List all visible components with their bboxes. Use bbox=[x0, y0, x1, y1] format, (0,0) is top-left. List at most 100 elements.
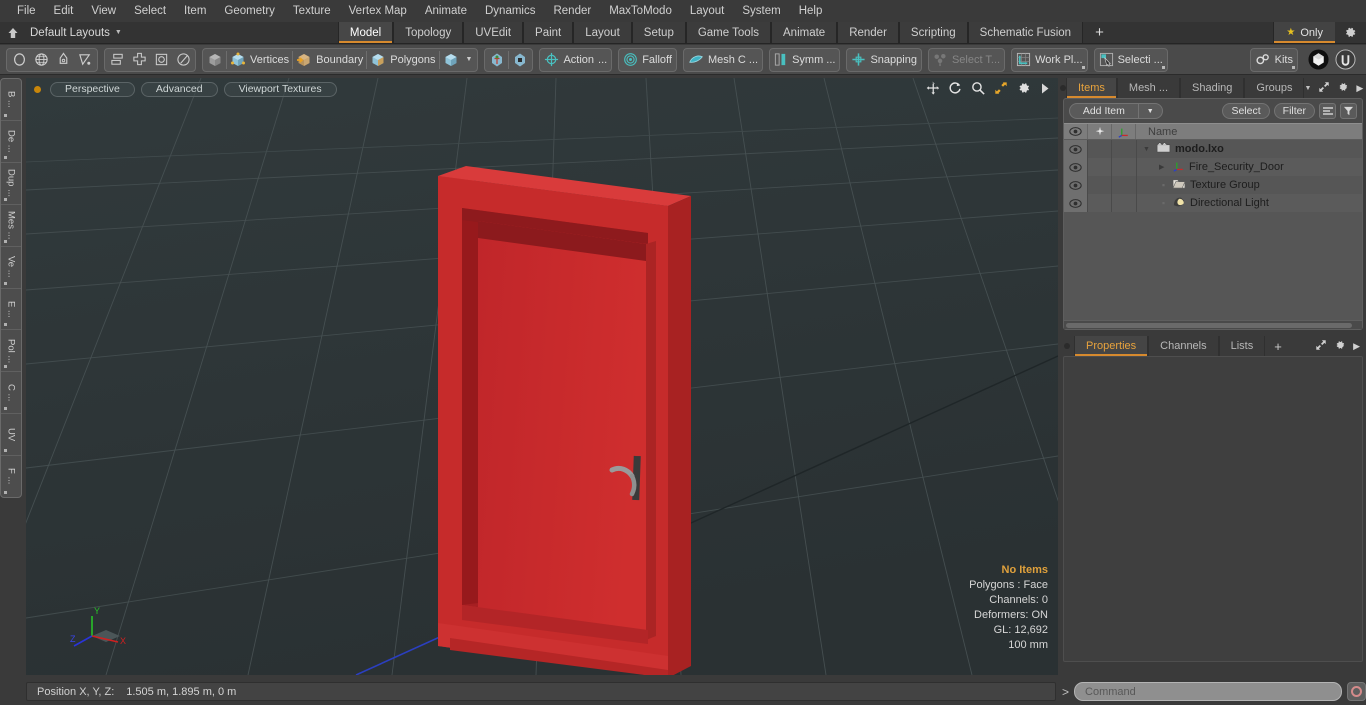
panel-gear-icon[interactable] bbox=[1334, 339, 1346, 354]
falloff-button[interactable]: Falloff bbox=[620, 49, 675, 71]
menu-item-item[interactable]: Item bbox=[175, 3, 215, 19]
filter-items-button[interactable]: Filter bbox=[1273, 103, 1315, 119]
viewport-perspective-dropdown[interactable]: Perspective bbox=[50, 81, 135, 97]
boundary-mode-button[interactable]: Boundary bbox=[293, 49, 366, 71]
panel-expand-icon[interactable]: ▶ bbox=[1356, 83, 1363, 94]
viewport-textures-dropdown[interactable]: Viewport Textures bbox=[223, 81, 337, 97]
visibility-toggle-icon[interactable] bbox=[1064, 194, 1088, 212]
center-tool-icon[interactable] bbox=[128, 49, 150, 71]
tab-game-tools[interactable]: Game Tools bbox=[685, 22, 771, 43]
menu-item-file[interactable]: File bbox=[8, 3, 45, 19]
menu-item-maxtomodo[interactable]: MaxToModo bbox=[600, 3, 681, 19]
left-tab-duplicate[interactable]: Dup ... bbox=[1, 163, 21, 205]
menu-item-geometry[interactable]: Geometry bbox=[215, 3, 284, 19]
tree-item-mesh[interactable]: ▶ Fire_Security_Door bbox=[1137, 160, 1362, 175]
lock-cell[interactable] bbox=[1088, 176, 1112, 194]
lock-cell[interactable] bbox=[1088, 158, 1112, 176]
viewport-shading-dropdown[interactable]: Advanced bbox=[140, 81, 218, 97]
tab-groups[interactable]: Groups bbox=[1244, 78, 1305, 98]
transform-cell[interactable] bbox=[1112, 176, 1137, 194]
snapping-button[interactable]: Snapping bbox=[848, 49, 920, 71]
unity-export-icon[interactable] bbox=[1305, 49, 1332, 71]
filter-funnel-icon[interactable] bbox=[1340, 103, 1357, 119]
table-row[interactable]: ▪ Directional Light bbox=[1064, 194, 1362, 212]
align-tool-icon[interactable] bbox=[106, 49, 128, 71]
bound-tool-icon[interactable] bbox=[150, 49, 172, 71]
action-center-button[interactable]: Action ... bbox=[541, 49, 610, 71]
only-toggle-button[interactable]: ★ Only bbox=[1273, 22, 1335, 43]
rotate-icon[interactable] bbox=[948, 81, 962, 95]
kits-button[interactable]: Kits bbox=[1252, 49, 1296, 71]
menu-item-animate[interactable]: Animate bbox=[416, 3, 476, 19]
ellipse-tool-icon[interactable] bbox=[8, 49, 30, 71]
tab-lists[interactable]: Lists bbox=[1218, 336, 1266, 356]
settings-gear-icon[interactable] bbox=[1335, 22, 1366, 43]
items-mode-button[interactable] bbox=[440, 49, 462, 71]
table-row[interactable]: ▶ Fire_Security_Door bbox=[1064, 158, 1362, 176]
tab-shading[interactable]: Shading bbox=[1180, 78, 1245, 98]
tab-model[interactable]: Model bbox=[337, 22, 394, 43]
expand-arrow-icon[interactable] bbox=[1040, 82, 1050, 95]
tab-schematic-fusion[interactable]: Schematic Fusion bbox=[967, 22, 1084, 43]
menu-item-texture[interactable]: Texture bbox=[284, 3, 340, 19]
viewport-3d[interactable]: Perspective Advanced Viewport Textures N… bbox=[26, 78, 1058, 675]
maximize-panel-icon[interactable] bbox=[1315, 339, 1327, 354]
fit-icon[interactable] bbox=[994, 81, 1008, 95]
radial-tool-icon[interactable] bbox=[172, 49, 194, 71]
zoom-icon[interactable] bbox=[971, 81, 985, 95]
curve-tool-icon[interactable] bbox=[74, 49, 96, 71]
tab-properties[interactable]: Properties bbox=[1074, 336, 1149, 356]
gear-icon[interactable] bbox=[1017, 81, 1031, 95]
mesh-constraint-button[interactable]: Mesh C ... bbox=[685, 49, 761, 71]
select-items-button[interactable]: Select bbox=[1222, 103, 1270, 119]
lock-cell[interactable] bbox=[1088, 140, 1112, 158]
panel-handle-dot[interactable] bbox=[1060, 336, 1074, 356]
items-mode-dropdown-icon[interactable]: ▼ bbox=[462, 56, 477, 63]
unreal-export-icon[interactable] bbox=[1332, 49, 1359, 71]
add-item-dropdown[interactable]: ▼ bbox=[1138, 103, 1163, 119]
left-tab-fusion[interactable]: F ... bbox=[1, 456, 21, 497]
menu-item-select[interactable]: Select bbox=[125, 3, 175, 19]
menu-item-system[interactable]: System bbox=[733, 3, 789, 19]
left-tab-uv[interactable]: UV bbox=[1, 414, 21, 457]
symmetry-button[interactable]: Symm ... bbox=[771, 49, 838, 71]
menu-item-layout[interactable]: Layout bbox=[681, 3, 734, 19]
record-macro-button[interactable] bbox=[1347, 682, 1366, 701]
add-tab-button[interactable]: + bbox=[1083, 22, 1116, 43]
add-item-button[interactable]: Add Item bbox=[1069, 103, 1139, 119]
transform-cell[interactable] bbox=[1112, 140, 1137, 158]
tab-mesh-ops[interactable]: Mesh ... bbox=[1116, 78, 1181, 98]
table-row[interactable]: ▼ modo.lxo bbox=[1064, 140, 1362, 158]
table-row[interactable]: ▪ Texture Group bbox=[1064, 176, 1362, 194]
tab-uvedit[interactable]: UVEdit bbox=[463, 22, 524, 43]
list-options-icon[interactable] bbox=[1319, 103, 1336, 119]
work-plane-button[interactable]: Work Pl... bbox=[1013, 49, 1085, 71]
menu-item-help[interactable]: Help bbox=[790, 3, 832, 19]
visibility-toggle-icon[interactable] bbox=[1064, 158, 1088, 176]
tab-scripting[interactable]: Scripting bbox=[898, 22, 968, 43]
items-tree[interactable]: ▼ modo.lxo ▶ Fire_Security_Door ▪ Textur… bbox=[1064, 140, 1362, 320]
transform-cell[interactable] bbox=[1112, 158, 1137, 176]
panel-gear-icon[interactable] bbox=[1337, 81, 1349, 96]
chevron-down-icon[interactable]: ▼ bbox=[1304, 85, 1311, 92]
tree-item-directional-light[interactable]: ▪ Directional Light bbox=[1137, 196, 1362, 211]
menu-item-view[interactable]: View bbox=[82, 3, 125, 19]
cube-mode-icon[interactable] bbox=[204, 49, 226, 71]
selection-set-button[interactable]: Selecti ... bbox=[1096, 49, 1166, 71]
tree-item-texture-group[interactable]: ▪ Texture Group bbox=[1137, 178, 1362, 192]
home-layout-icon[interactable] bbox=[0, 22, 26, 43]
left-tab-basic[interactable]: B ... bbox=[1, 79, 21, 121]
transform-cell[interactable] bbox=[1112, 194, 1137, 212]
left-tab-vertex[interactable]: Ve ... bbox=[1, 247, 21, 289]
menu-item-dynamics[interactable]: Dynamics bbox=[476, 3, 544, 19]
visibility-toggle-icon[interactable] bbox=[1064, 176, 1088, 194]
tab-render[interactable]: Render bbox=[837, 22, 899, 43]
select-through-button[interactable]: Select T... bbox=[930, 49, 1003, 71]
panel-expand-icon[interactable]: ▶ bbox=[1353, 341, 1360, 352]
tab-animate[interactable]: Animate bbox=[771, 22, 838, 43]
left-tab-mesh[interactable]: Mes ... bbox=[1, 205, 21, 247]
chevron-down-icon[interactable]: ▼ bbox=[1143, 146, 1152, 153]
visibility-toggle-icon[interactable] bbox=[1064, 140, 1088, 158]
vertices-mode-button[interactable]: Vertices bbox=[227, 49, 292, 71]
action-center-preset-b-icon[interactable] bbox=[509, 49, 531, 71]
